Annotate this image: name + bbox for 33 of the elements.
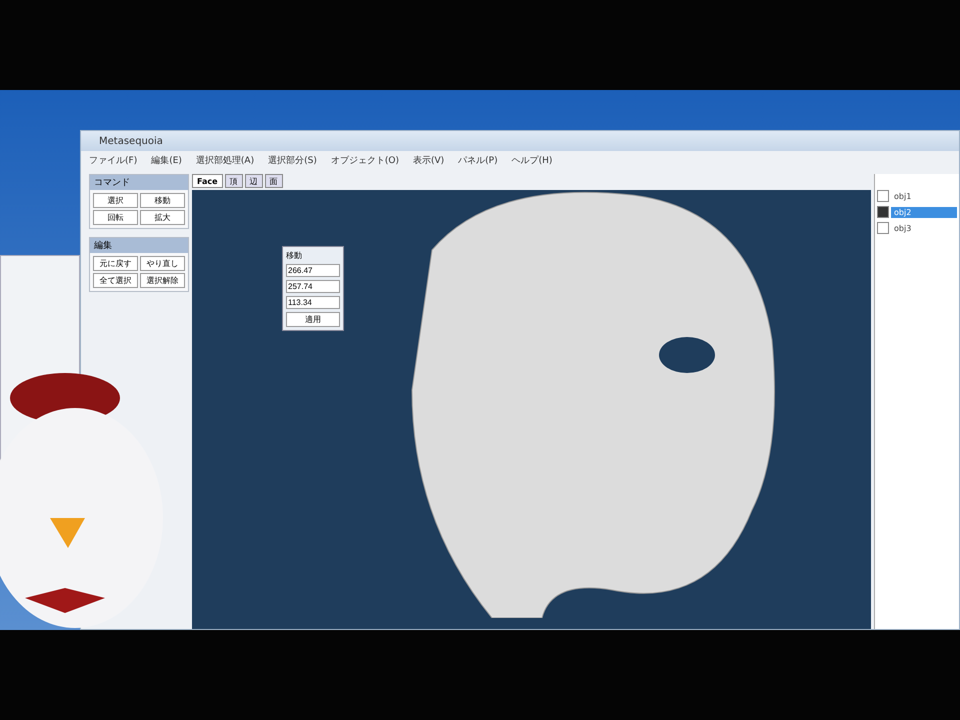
apply-button[interactable]: 適用: [286, 312, 340, 327]
command-button[interactable]: やり直し: [140, 256, 185, 271]
object-item[interactable]: obj1: [891, 190, 957, 202]
visibility-checkbox[interactable]: [877, 190, 889, 202]
mode-tab[interactable]: 頂: [224, 174, 243, 188]
command-button[interactable]: 選択: [93, 193, 138, 208]
menu-item[interactable]: オブジェクト(O): [330, 154, 399, 167]
command-button[interactable]: 選択解除: [140, 273, 185, 288]
visibility-checkbox[interactable]: [877, 206, 889, 218]
mode-tab[interactable]: 面: [264, 174, 283, 188]
panel-title: コマンド: [90, 175, 188, 190]
menu-item[interactable]: ヘルプ(H): [512, 154, 552, 167]
visibility-checkbox[interactable]: [877, 222, 889, 234]
panel-title: 移動: [286, 250, 303, 261]
menu-item[interactable]: 編集(E): [151, 154, 182, 167]
mode-tab[interactable]: 辺: [244, 174, 263, 188]
coordinate-field[interactable]: 257.74: [286, 280, 340, 293]
command-button[interactable]: 全て選択: [93, 273, 138, 288]
command-button[interactable]: 拡大: [140, 210, 185, 225]
menu-item[interactable]: ファイル(F): [89, 154, 138, 167]
command-button[interactable]: 移動: [140, 193, 185, 208]
menu-item[interactable]: 選択部分(S): [268, 154, 317, 167]
command-button[interactable]: 元に戻す: [93, 256, 138, 271]
object-item[interactable]: obj3: [891, 222, 957, 234]
menu-item[interactable]: 選択部処理(A): [196, 154, 254, 167]
coordinate-field[interactable]: 113.34: [286, 296, 340, 309]
window-title: Metasequoia: [99, 136, 163, 146]
menu-item[interactable]: パネル(P): [458, 154, 498, 167]
menu-item[interactable]: 表示(V): [412, 154, 444, 167]
coordinate-field[interactable]: 266.47: [286, 264, 340, 277]
panel-title: 編集: [90, 238, 188, 253]
mode-tab[interactable]: Face: [192, 174, 223, 188]
command-button[interactable]: 回転: [93, 210, 138, 225]
